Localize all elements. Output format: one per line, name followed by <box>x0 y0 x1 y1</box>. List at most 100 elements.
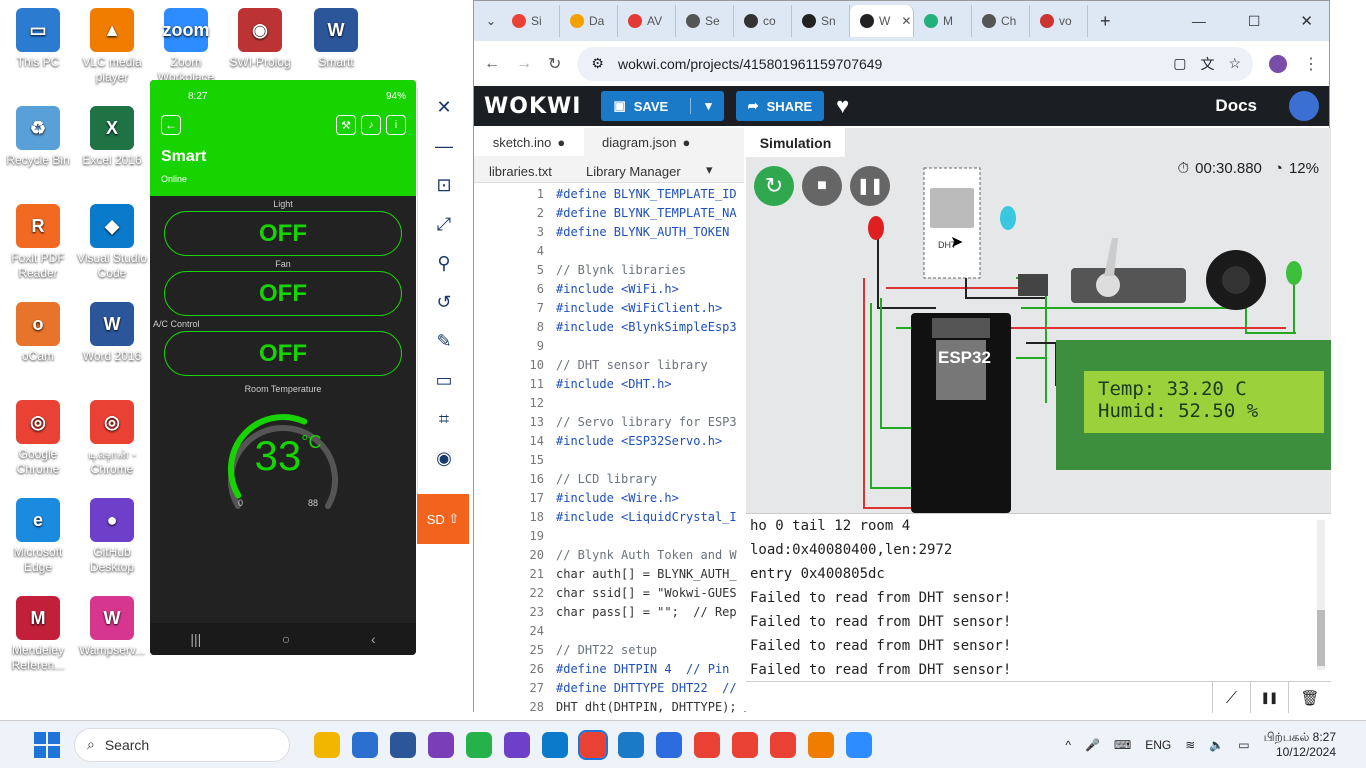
desktop-shortcut[interactable]: W Wampserv... <box>74 596 150 658</box>
tab-simulation[interactable]: Simulation <box>746 128 845 157</box>
desktop-shortcut[interactable]: W Smartt <box>298 8 374 70</box>
pin-icon[interactable]: ⚲ <box>418 244 470 283</box>
undo-icon[interactable]: ↺ <box>418 283 470 322</box>
cast-icon[interactable]: ▢ <box>1173 55 1186 72</box>
maximize-icon[interactable]: ☐ <box>1248 13 1261 30</box>
browser-tab[interactable]: Da <box>560 5 618 37</box>
github-taskbar-icon[interactable] <box>504 731 530 758</box>
vlc-taskbar-icon[interactable] <box>808 731 834 758</box>
chrome-taskbar-icon-4[interactable] <box>770 731 796 758</box>
rectangle-icon[interactable]: ▭ <box>418 361 470 400</box>
vpn-icon[interactable] <box>656 731 682 758</box>
back-arrow-icon[interactable]: ← <box>484 55 500 73</box>
trash-icon[interactable]: 🗑 <box>1288 682 1331 713</box>
tab-library-manager[interactable]: Library Manager <box>586 164 681 179</box>
desktop-shortcut[interactable]: ▭ This PC <box>0 8 76 70</box>
wifi-icon[interactable]: ≋ <box>1185 738 1195 752</box>
tab-search-icon[interactable]: ⌄ <box>480 14 502 28</box>
tab-sketch[interactable]: sketch.ino ● <box>474 128 584 156</box>
profile-avatar[interactable] <box>1269 54 1287 73</box>
browser-tab[interactable]: Si <box>502 5 560 37</box>
close-icon[interactable]: ✕ <box>418 88 470 127</box>
tab-libraries[interactable]: libraries.txt <box>489 164 552 179</box>
save-button[interactable]: ▣ SAVE ▾ <box>601 91 724 121</box>
recent-apps-icon[interactable]: ||| <box>190 631 201 647</box>
back-nav-icon[interactable]: ‹ <box>371 631 376 647</box>
expand-icon[interactable]: ⤢ <box>418 205 470 244</box>
desktop-shortcut[interactable]: ● GitHub Desktop <box>74 498 150 575</box>
desktop-shortcut[interactable]: M Mendeley Referen... <box>0 596 76 673</box>
desktop-shortcut[interactable]: ♻ Recycle Bin <box>0 106 76 168</box>
new-tab-icon[interactable]: + <box>1100 11 1111 32</box>
record-icon[interactable]: ◉ <box>418 439 470 478</box>
keyboard-icon[interactable]: ⌨ <box>1114 738 1131 752</box>
wrench-icon[interactable]: ⚒ <box>336 115 356 135</box>
docs-link[interactable]: Docs <box>1215 96 1257 116</box>
desktop-shortcut[interactable]: R Foxit PDF Reader <box>0 204 76 281</box>
chrome-taskbar-icon[interactable] <box>578 729 608 760</box>
visual-studio-icon[interactable] <box>428 731 454 758</box>
chevron-up-icon[interactable]: ^ <box>1065 738 1071 752</box>
zoom-taskbar-icon[interactable] <box>846 731 872 758</box>
chrome-taskbar-icon-3[interactable] <box>732 731 758 758</box>
browser-tab[interactable]: co <box>734 5 792 37</box>
taskbar-search[interactable]: ⌕ Search <box>74 727 290 762</box>
windows-start-icon[interactable] <box>34 731 60 758</box>
browser-tab[interactable]: Sn <box>792 5 850 37</box>
wokwi-app-icon[interactable] <box>618 731 644 758</box>
tab-diagram[interactable]: diagram.json ● <box>602 135 690 150</box>
minus-icon[interactable]: — <box>418 127 470 166</box>
browser-tab[interactable]: AV <box>618 5 676 37</box>
sd-upload-button[interactable]: SD ⇧ <box>417 494 469 544</box>
browser-tab[interactable]: vo <box>1030 5 1088 37</box>
vscode-taskbar-icon[interactable] <box>542 731 568 758</box>
menu-kebab-icon[interactable]: ⋮ <box>1303 54 1319 74</box>
bell-icon[interactable]: ♪ <box>361 115 381 135</box>
bookmark-star-icon[interactable]: ☆ <box>1228 55 1241 72</box>
code-editor[interactable]: 1 #define BLYNK_TEMPLATE_ID 2 #define BLYNK… <box>474 183 744 713</box>
pause-console-icon[interactable]: ❚❚ <box>1250 682 1288 713</box>
word-taskbar-icon[interactable] <box>390 731 416 758</box>
volume-icon[interactable]: 🔈 <box>1209 738 1224 752</box>
battery-icon[interactable]: ▭ <box>1238 738 1249 752</box>
whatsapp-icon[interactable] <box>466 731 492 758</box>
store-icon[interactable] <box>352 731 378 758</box>
language-indicator[interactable]: ENG <box>1145 738 1171 752</box>
browser-tab[interactable]: Ch <box>972 5 1030 37</box>
crop-icon[interactable]: ⌗ <box>418 400 470 439</box>
desktop-shortcut[interactable]: X Excel 2016 <box>74 106 150 168</box>
chevron-down-icon[interactable]: ▾ <box>690 98 712 114</box>
share-button[interactable]: ➦ SHARE <box>735 91 825 121</box>
home-icon[interactable]: ○ <box>282 631 290 647</box>
ac-switch-button[interactable]: OFF <box>164 331 402 376</box>
user-avatar[interactable] <box>1289 91 1319 121</box>
browser-tab[interactable]: M <box>914 5 972 37</box>
desktop-shortcut[interactable]: zoom Zoom Workplace <box>148 8 224 85</box>
desktop-shortcut[interactable]: ◎ Google Chrome <box>0 400 76 477</box>
url-input[interactable]: ⚙ wokwi.com/projects/415801961159707649 … <box>577 46 1253 81</box>
file-explorer-icon[interactable] <box>314 731 340 758</box>
heart-icon[interactable]: ♥ <box>836 93 849 119</box>
forward-arrow-icon[interactable]: → <box>516 55 532 73</box>
tabs-dropdown-icon[interactable]: ▾ <box>706 162 713 178</box>
chrome-taskbar-icon-2[interactable] <box>694 731 720 758</box>
browser-tab[interactable]: Se <box>676 5 734 37</box>
reload-icon[interactable]: ↻ <box>548 54 561 74</box>
desktop-shortcut[interactable]: ◎ டிஷான் - Chrome <box>74 400 150 477</box>
translate-icon[interactable]: 文 <box>1200 54 1214 74</box>
close-tab-icon[interactable]: ✕ <box>901 14 911 28</box>
browser-tab[interactable]: W ✕ <box>850 5 914 37</box>
info-icon[interactable]: i <box>386 115 406 135</box>
microphone-icon[interactable]: 🎤 <box>1085 738 1100 752</box>
wokwi-logo[interactable]: WOKWI <box>484 94 581 119</box>
desktop-shortcut[interactable]: W Word 2016 <box>74 302 150 364</box>
console-input[interactable] <box>746 682 1211 713</box>
close-window-icon[interactable]: ✕ <box>1300 12 1313 30</box>
clock[interactable]: பிற்பகல் 8:27 10/12/2024 <box>1264 730 1336 760</box>
site-info-icon[interactable]: ⚙ <box>591 55 604 72</box>
minimize-icon[interactable]: — <box>1192 13 1206 29</box>
desktop-shortcut[interactable]: e Microsoft Edge <box>0 498 76 575</box>
console-scrollbar[interactable] <box>1317 520 1325 670</box>
desktop-shortcut[interactable]: ◉ SWI-Prolog <box>222 8 298 70</box>
fan-switch-button[interactable]: OFF <box>164 271 402 316</box>
